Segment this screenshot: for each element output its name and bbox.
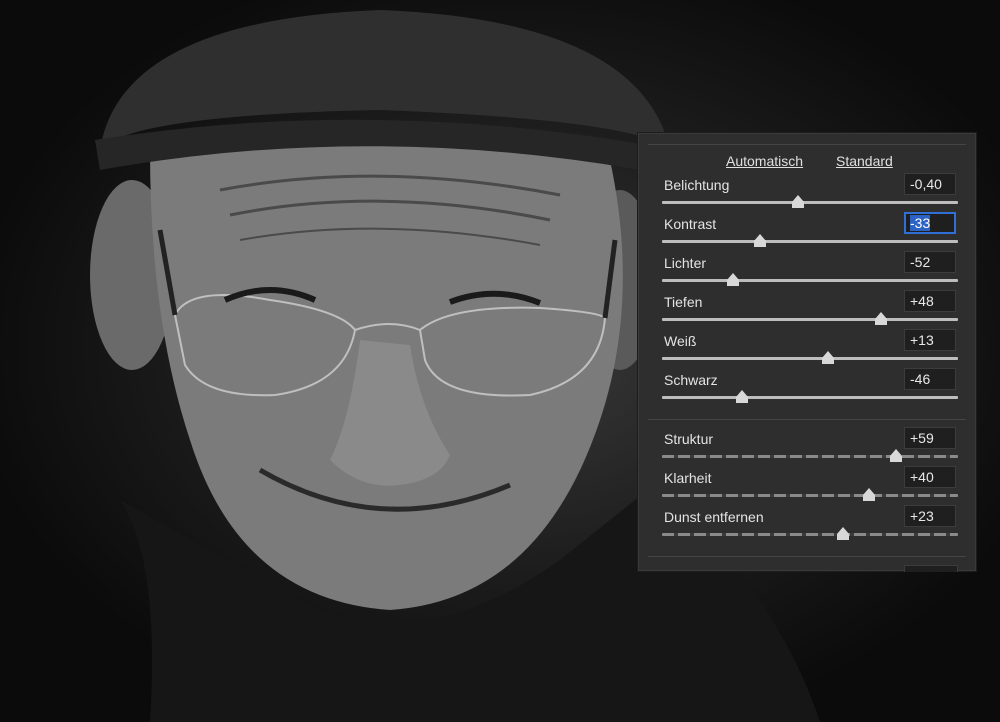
default-button[interactable]: Standard bbox=[836, 153, 893, 169]
slider-label: Belichtung bbox=[664, 177, 730, 193]
slider-track-schwarz[interactable] bbox=[662, 396, 958, 399]
slider-track-tiefen[interactable] bbox=[662, 318, 958, 321]
slider-track-wei-[interactable] bbox=[662, 357, 958, 360]
value-field-lichter[interactable]: -52 bbox=[904, 251, 956, 273]
slider-track-belichtung[interactable] bbox=[662, 201, 958, 204]
slider-row-dunst-entfernen: Dunst entfernen +23 bbox=[638, 505, 976, 544]
slider-track-klarheit[interactable] bbox=[662, 494, 958, 497]
slider-label: Weiß bbox=[664, 333, 697, 349]
slider-thumb-kontrast[interactable] bbox=[753, 234, 766, 247]
slider-thumb-struktur[interactable] bbox=[889, 449, 902, 462]
partial-value-field bbox=[904, 565, 958, 572]
slider-row-schwarz: Schwarz -46 bbox=[638, 368, 976, 407]
middle-divider bbox=[648, 419, 966, 420]
slider-row-struktur: Struktur +59 bbox=[638, 427, 976, 466]
slider-thumb-schwarz[interactable] bbox=[735, 390, 748, 403]
adjustment-panel: Automatisch Standard Belichtung -0,40 Kont… bbox=[637, 132, 977, 572]
top-divider bbox=[648, 144, 966, 145]
slider-label: Struktur bbox=[664, 431, 714, 447]
slider-label: Dunst entfernen bbox=[664, 509, 764, 525]
value-field-struktur[interactable]: +59 bbox=[904, 427, 956, 449]
slider-thumb-klarheit[interactable] bbox=[863, 488, 876, 501]
slider-row-belichtung: Belichtung -0,40 bbox=[638, 173, 976, 212]
slider-label: Kontrast bbox=[664, 216, 717, 232]
auto-button[interactable]: Automatisch bbox=[726, 153, 803, 169]
slider-row-klarheit: Klarheit +40 bbox=[638, 466, 976, 505]
slider-thumb-belichtung[interactable] bbox=[792, 195, 805, 208]
slider-track-dunst-entfernen[interactable] bbox=[662, 533, 958, 536]
slider-track-lichter[interactable] bbox=[662, 279, 958, 282]
slider-track-struktur[interactable] bbox=[662, 455, 958, 458]
slider-label: Schwarz bbox=[664, 372, 718, 388]
slider-label: Tiefen bbox=[664, 294, 703, 310]
slider-row-kontrast: Kontrast -33 bbox=[638, 212, 976, 251]
slider-thumb-lichter[interactable] bbox=[727, 273, 740, 286]
value-field-kontrast[interactable]: -33 bbox=[904, 212, 956, 234]
value-field-tiefen[interactable]: +48 bbox=[904, 290, 956, 312]
slider-label: Lichter bbox=[664, 255, 707, 271]
slider-thumb-wei-[interactable] bbox=[821, 351, 834, 364]
value-field-belichtung[interactable]: -0,40 bbox=[904, 173, 956, 195]
value-field-schwarz[interactable]: -46 bbox=[904, 368, 956, 390]
slider-track-kontrast[interactable] bbox=[662, 240, 958, 243]
value-field-wei-[interactable]: +13 bbox=[904, 329, 956, 351]
slider-label: Klarheit bbox=[664, 470, 712, 486]
bottom-divider bbox=[648, 556, 966, 557]
value-field-dunst-entfernen[interactable]: +23 bbox=[904, 505, 956, 527]
slider-thumb-dunst-entfernen[interactable] bbox=[836, 527, 849, 540]
slider-row-lichter: Lichter -52 bbox=[638, 251, 976, 290]
slider-row-wei-: Weiß +13 bbox=[638, 329, 976, 368]
value-field-klarheit[interactable]: +40 bbox=[904, 466, 956, 488]
slider-thumb-tiefen[interactable] bbox=[875, 312, 888, 325]
slider-row-tiefen: Tiefen +48 bbox=[638, 290, 976, 329]
